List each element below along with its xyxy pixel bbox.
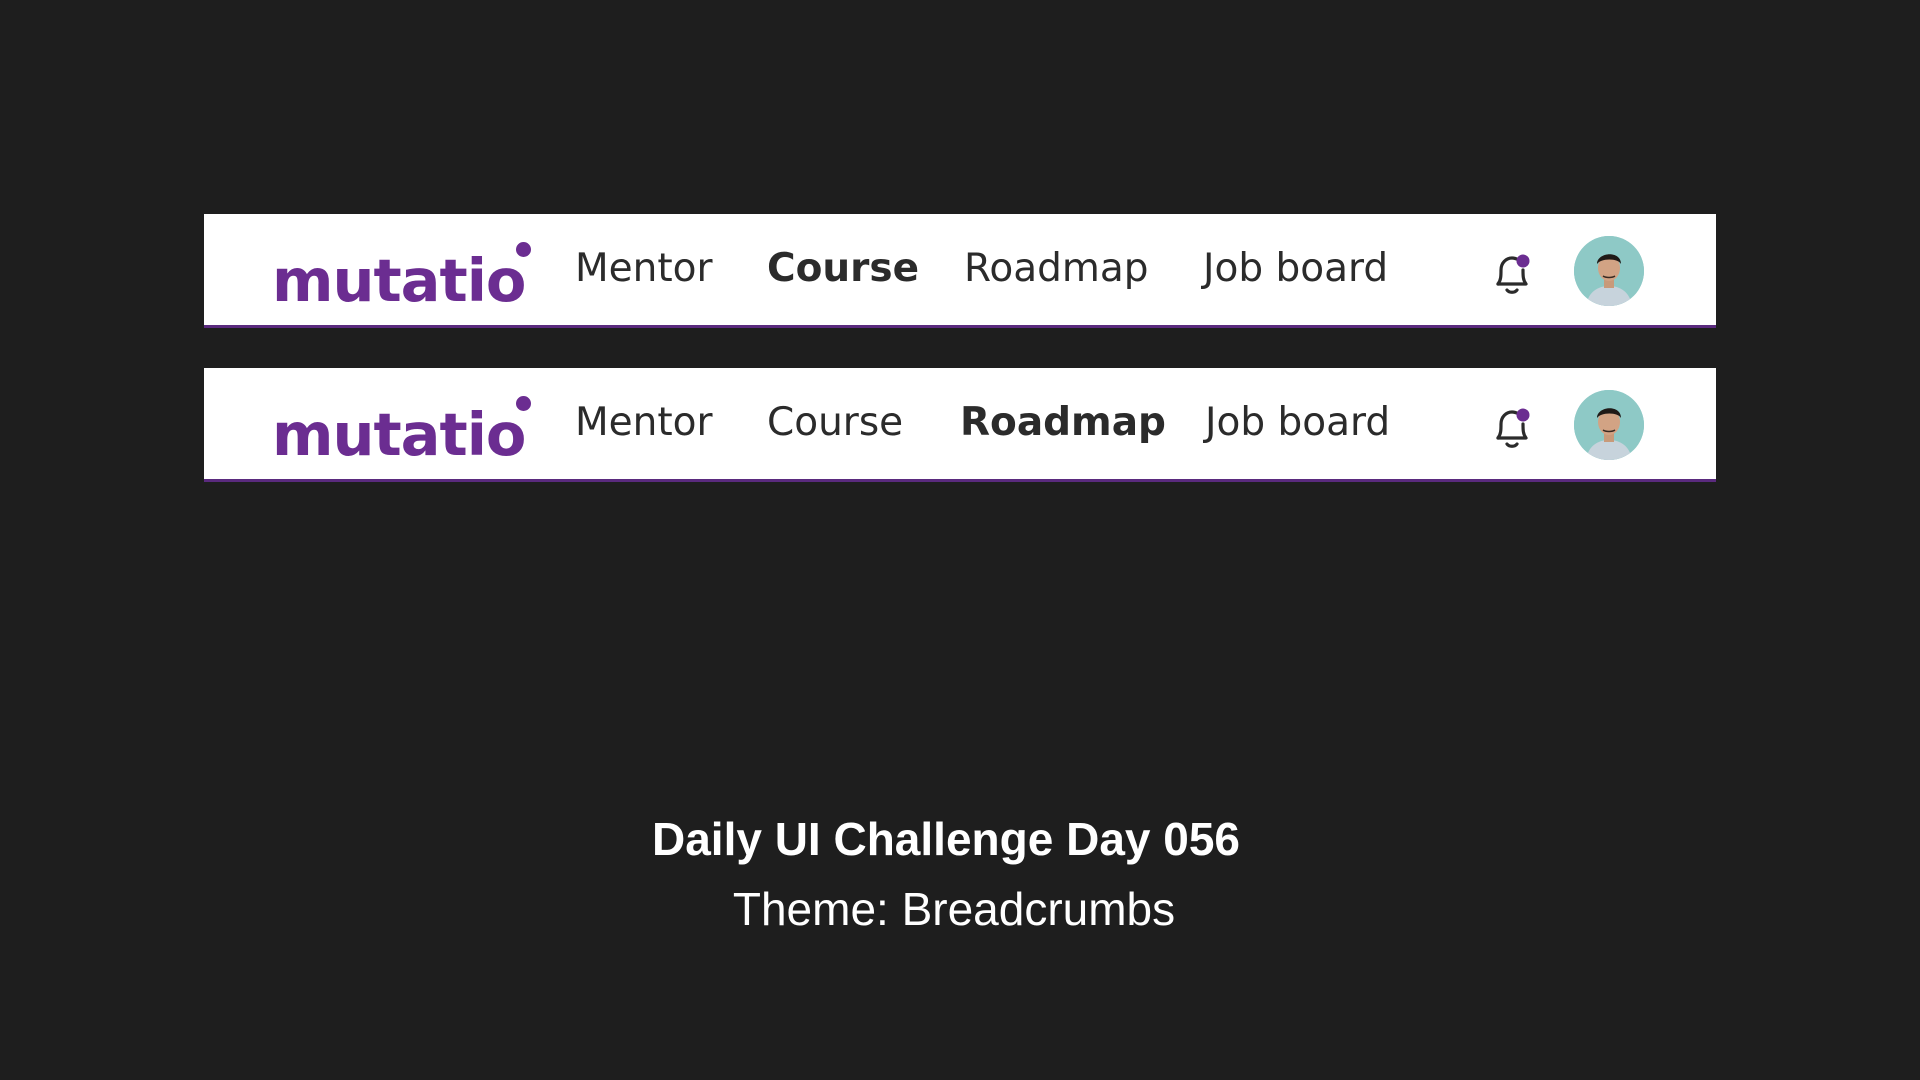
logo-dot [516, 396, 532, 411]
bell-icon[interactable] [1490, 404, 1534, 450]
navbar-roadmap-active: mutatio Mentor Course Roadmap Job board [204, 368, 1716, 482]
caption-theme: Theme: Breadcrumbs [732, 883, 1176, 935]
logo-text: mutatio [272, 246, 526, 315]
nav-item-roadmap[interactable]: Roadmap [960, 400, 1166, 447]
notification-dot [1516, 254, 1530, 268]
nav-item-course[interactable]: Course [767, 246, 919, 293]
stage: mutatio Mentor Course Roadmap Job board [0, 0, 1920, 1080]
nav-item-roadmap[interactable]: Roadmap [964, 246, 1149, 293]
notification-dot [1516, 408, 1530, 422]
caption-title: Daily UI Challenge Day 056 [651, 813, 1241, 865]
nav-item-job-board[interactable]: Job board [1205, 400, 1390, 447]
logo-dot [516, 242, 532, 257]
bell-icon[interactable] [1490, 250, 1534, 296]
nav-item-course[interactable]: Course [767, 400, 903, 447]
nav-item-job-board[interactable]: Job board [1203, 246, 1388, 293]
user-avatar[interactable] [1574, 390, 1644, 460]
logo-text: mutatio [272, 400, 526, 469]
nav-item-mentor[interactable]: Mentor [575, 400, 713, 447]
navbar-course-active: mutatio Mentor Course Roadmap Job board [204, 214, 1716, 328]
nav-item-mentor[interactable]: Mentor [575, 246, 713, 293]
user-avatar[interactable] [1574, 236, 1644, 306]
logo[interactable]: mutatio [272, 394, 532, 469]
logo[interactable]: mutatio [272, 240, 532, 315]
